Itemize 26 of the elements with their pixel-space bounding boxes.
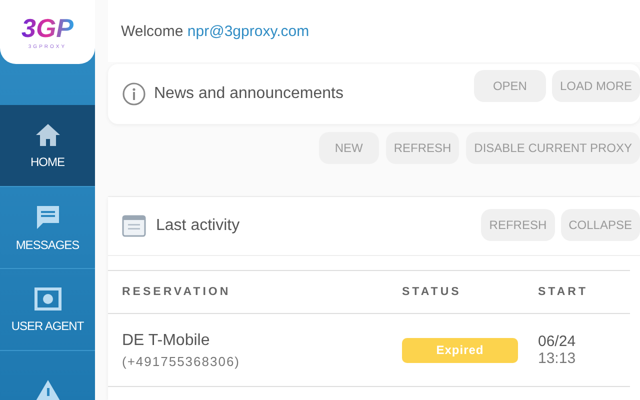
browser-icon <box>34 286 62 310</box>
action-button[interactable]: DISABLE CURRENT PROXY <box>466 132 640 164</box>
news-button[interactable]: OPEN <box>474 70 546 102</box>
info-icon <box>122 82 146 106</box>
home-icon <box>34 122 60 146</box>
activity-button[interactable]: COLLAPSE <box>560 209 640 241</box>
reservation-name: DE T-Mobile <box>122 332 211 350</box>
action-button[interactable]: NEW <box>318 132 379 164</box>
phone-number: (+491755368306) <box>122 354 242 368</box>
activity-button[interactable]: REFRESH <box>481 209 555 241</box>
sidebar-item[interactable]: HOME <box>0 105 95 187</box>
sidebar-item[interactable]: MESSAGES <box>0 187 95 269</box>
action-button[interactable]: REFRESH <box>386 132 460 164</box>
activity-title: Last activity <box>156 217 240 235</box>
sidebar-item[interactable]: USER AGENT <box>0 269 95 351</box>
start-date: 06/24 <box>538 333 577 350</box>
welcome-text: Welcome npr@3gproxy.com <box>108 0 640 62</box>
message-icon <box>34 204 60 230</box>
news-button[interactable]: LOAD MORE <box>552 70 640 102</box>
column-header: STATUS <box>402 286 462 298</box>
calendar-icon <box>122 215 146 237</box>
news-title: News and announcements <box>154 85 344 103</box>
start-time: 13:13 <box>538 350 577 367</box>
column-header: RESERVATION <box>122 286 232 298</box>
status-badge: Expired <box>402 338 518 362</box>
column-header: START <box>538 286 589 298</box>
